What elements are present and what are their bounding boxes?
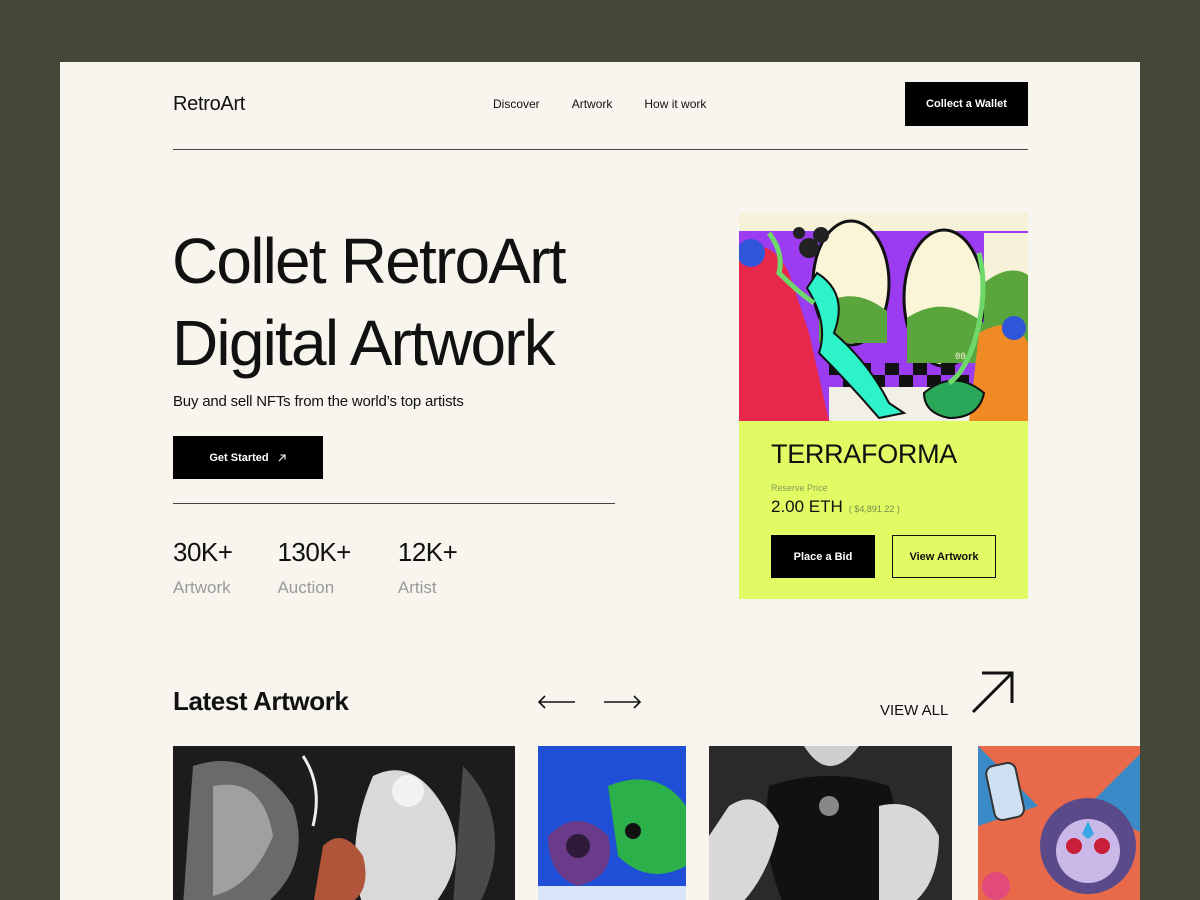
stats: 30K+ Artwork 130K+ Auction 12K+ Artist (173, 537, 502, 598)
stat-label: Auction (277, 578, 335, 597)
logo[interactable]: RetroArt (173, 93, 245, 116)
stat-label: Artist (397, 578, 437, 597)
nav-artwork[interactable]: Artwork (572, 97, 613, 111)
artwork-thumbnail[interactable] (173, 746, 515, 900)
hero-subtitle: Buy and sell NFTs from the world’s top a… (173, 393, 464, 410)
featured-title: TERRAFORMA (771, 439, 958, 469)
page-canvas: RetroArt Discover Artwork How it work Co… (60, 62, 1140, 900)
featured-card-body: TERRAFORMA Reserve Price 2.00 ETH ( $4,89… (739, 421, 1028, 599)
price-eth: 2.00 ETH (771, 497, 843, 516)
stat-value: 12K+ (397, 537, 458, 567)
hero-divider (173, 503, 615, 504)
featured-artwork-image[interactable]: 00 (739, 213, 1028, 421)
featured-artwork-card: 00 TERRAFORMA Reserve Price 2.00 ETH ( $4… (739, 213, 1028, 599)
artwork-image (538, 746, 686, 900)
stat-value: 130K+ (277, 537, 351, 567)
stat-auction: 130K+ Auction (277, 537, 351, 598)
collect-wallet-button[interactable]: Collect a Wallet (905, 82, 1028, 126)
artwork-thumbnail[interactable] (709, 746, 952, 900)
main-nav: Discover Artwork How it work (493, 97, 706, 111)
get-started-button[interactable]: Get Started (173, 436, 323, 479)
stat-artwork: 30K+ Artwork (173, 537, 233, 598)
nav-discover[interactable]: Discover (493, 97, 540, 111)
hero-title: Collet RetroArt Digital Artwork (172, 220, 652, 384)
latest-artwork-title: Latest Artwork (173, 686, 349, 716)
art-tag: 00 (955, 352, 966, 362)
nav-how-it-work[interactable]: How it work (644, 97, 706, 111)
arrow-up-right-icon[interactable] (968, 667, 1018, 717)
stat-artist: 12K+ Artist (397, 537, 458, 598)
price-usd: ( $4,891.22 ) (848, 504, 900, 514)
artwork-image (709, 746, 952, 900)
arrow-up-right-icon (278, 453, 286, 461)
header-divider (173, 149, 1028, 150)
stat-label: Artwork (173, 578, 231, 597)
stat-value: 30K+ (173, 537, 233, 567)
arrow-left-icon[interactable] (537, 692, 577, 712)
view-all-link[interactable]: VIEW ALL (880, 702, 948, 719)
get-started-label: Get Started (209, 451, 269, 464)
hero-title-line1: Collet RetroArt (172, 225, 567, 297)
reserve-price-label: Reserve Price (771, 483, 828, 493)
view-artwork-button[interactable]: View Artwork (892, 535, 996, 578)
artwork-thumbnail[interactable] (978, 746, 1140, 900)
reserve-price: 2.00 ETH ( $4,891.22 ) (771, 497, 900, 517)
arrow-right-icon[interactable] (602, 692, 642, 712)
artwork-image (173, 746, 515, 900)
artwork-thumbnail[interactable] (538, 746, 686, 900)
place-bid-button[interactable]: Place a Bid (771, 535, 875, 578)
artwork-image (978, 746, 1140, 900)
hero-title-line2: Digital Artwork (172, 307, 556, 379)
